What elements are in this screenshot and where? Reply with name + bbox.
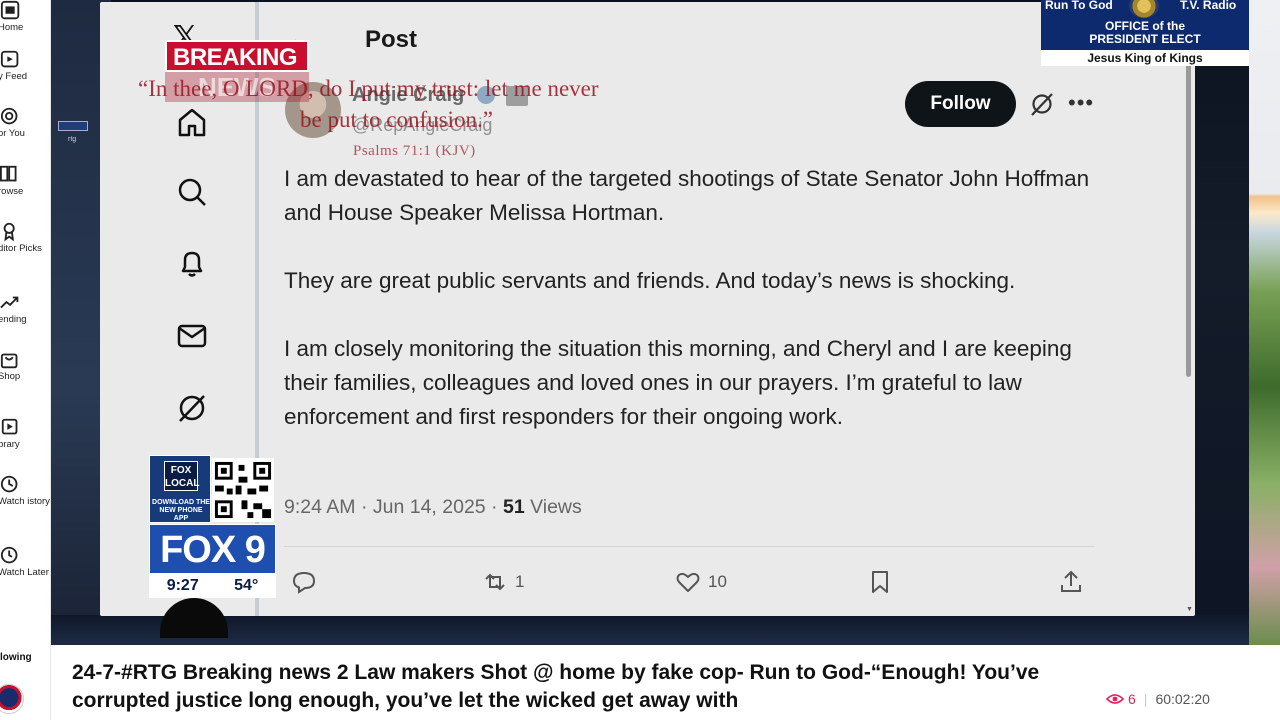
corner-left-text: Run To God xyxy=(1045,0,1113,12)
feed-icon xyxy=(0,50,19,68)
share-icon xyxy=(1061,570,1081,592)
nav-item-watch-history[interactable]: Watch istory xyxy=(0,474,51,508)
nav-label: Watch istory xyxy=(0,496,50,507)
stats-separator: | xyxy=(1143,691,1148,707)
nav-label: ending xyxy=(0,314,27,325)
follow-button[interactable]: Follow xyxy=(905,81,1016,127)
view-count: 6 xyxy=(1106,691,1136,707)
nav-label: or You xyxy=(0,128,25,139)
corner-tagline: Jesus King of Kings xyxy=(1041,50,1249,66)
tweet-timestamp[interactable]: 9:24 AM · Jun 14, 2025 · xyxy=(284,496,503,518)
fox-local-promo: FOX LOCAL DOWNLOAD THE NEW PHONE APP xyxy=(149,455,211,523)
shop-icon xyxy=(0,353,18,369)
video-info: 24-7-#RTG Breaking news 2 Law makers Sho… xyxy=(51,645,1280,720)
fox-local-logo: FOX LOCAL xyxy=(164,461,199,491)
nav-item-browse[interactable]: rowse xyxy=(0,164,51,198)
tweet-meta: 9:24 AM · Jun 14, 2025 · 51 Views xyxy=(284,496,582,519)
nav-label: y Feed xyxy=(0,71,28,82)
page-title: Post xyxy=(365,26,418,53)
library-icon xyxy=(1,418,18,435)
rtg-corner-bug: Run To God T.V. Radio OFFICE of the PRES… xyxy=(1041,0,1249,66)
reply-icon xyxy=(292,571,316,594)
video-title: 24-7-#RTG Breaking news 2 Law makers Sho… xyxy=(72,661,1040,712)
trending-icon xyxy=(0,296,19,309)
grok-icon[interactable] xyxy=(1029,91,1055,117)
breaking-label: BREAKING xyxy=(165,40,309,72)
nav-label: brary xyxy=(0,439,20,450)
nav-item-for-you[interactable]: or You xyxy=(0,106,51,140)
following-heading: lowing xyxy=(0,652,32,663)
nav-label: Shop xyxy=(0,371,21,382)
repost-button[interactable]: 1 xyxy=(481,567,524,597)
verse-reference: Psalms 71:1 (KJV) xyxy=(353,143,476,159)
screen: Home y Feed or You rowse ditor Picks end… xyxy=(0,0,1280,720)
scrollbar[interactable] xyxy=(1186,62,1191,377)
fox9-time-temp: 9:27 54° xyxy=(149,574,276,598)
fox9-bug: FOX LOCAL DOWNLOAD THE NEW PHONE APP FOX… xyxy=(149,455,276,598)
view-count-value: 6 xyxy=(1128,691,1136,707)
nav-label: Home xyxy=(0,22,24,33)
clock-icon xyxy=(0,546,18,564)
for-you-icon xyxy=(0,107,18,125)
fox9-time: 9:27 xyxy=(166,577,199,594)
download-app-text: DOWNLOAD THE NEW PHONE APP xyxy=(152,499,210,522)
heart-icon xyxy=(676,572,700,592)
channel-avatar[interactable] xyxy=(0,684,24,714)
scroll-down-arrow-icon[interactable]: ▼ xyxy=(1186,606,1193,613)
like-button[interactable]: 10 xyxy=(674,567,727,597)
like-count: 10 xyxy=(708,572,727,591)
nav-item-home[interactable]: Home xyxy=(0,0,51,34)
nav-item-library[interactable]: brary xyxy=(0,417,51,451)
home-icon xyxy=(0,0,20,20)
grok-icon[interactable] xyxy=(174,390,210,426)
tweet-paragraph: I am closely monitoring the situation th… xyxy=(284,336,1072,429)
fox9-temperature: 54° xyxy=(234,577,259,594)
more-options-icon[interactable]: ••• xyxy=(1068,90,1094,116)
video-stats: 6 | 60:02:20 xyxy=(1106,691,1210,707)
nav-item-editor-picks[interactable]: ditor Picks xyxy=(0,221,51,255)
office-line-2: PRESIDENT ELECT xyxy=(1089,32,1201,46)
video-background-floor xyxy=(51,615,1249,645)
history-icon xyxy=(0,475,18,493)
scripture-verse: “In thee, O LORD, do I put my trust: let… xyxy=(138,73,718,135)
video-player[interactable]: rtg ▼ 𝕏 ← Post Angie Craig @RepAngieCrai… xyxy=(51,0,1249,645)
nav-label: ditor Picks xyxy=(0,243,42,254)
bookmark-button[interactable] xyxy=(866,567,894,597)
views-count: 51 xyxy=(502,496,525,518)
rtg-thumbnail xyxy=(58,121,88,131)
fox9-logo: FOX 9 xyxy=(149,524,276,574)
nav-item-trending[interactable]: ending xyxy=(0,292,51,326)
office-text: OFFICE of the PRESIDENT ELECT xyxy=(1041,20,1249,46)
nav-item-shop[interactable]: Shop xyxy=(0,349,51,383)
verse-line-2: be put to confusion.” xyxy=(300,107,493,132)
nav-label: Watch Later xyxy=(0,567,49,578)
left-nav: Home y Feed or You rowse ditor Picks end… xyxy=(0,0,51,720)
qr-code-icon xyxy=(212,458,274,522)
repost-count: 1 xyxy=(515,572,525,591)
messages-mail-icon[interactable] xyxy=(174,318,210,354)
share-button[interactable] xyxy=(1057,567,1085,597)
tweet-paragraph: They are great public servants and frien… xyxy=(284,268,1016,293)
repost-icon xyxy=(485,573,505,591)
nav-item-feed[interactable]: y Feed xyxy=(0,49,51,83)
notifications-bell-icon[interactable] xyxy=(174,246,210,282)
nav-label: rowse xyxy=(0,186,24,197)
editor-picks-icon xyxy=(3,222,15,242)
reply-button[interactable] xyxy=(290,567,318,597)
tweet-text: I am devastated to hear of the targeted … xyxy=(284,162,1104,468)
eye-icon xyxy=(1106,694,1124,704)
tweet-paragraph: I am devastated to hear of the targeted … xyxy=(284,166,1090,225)
search-icon[interactable] xyxy=(174,174,210,210)
nav-item-watch-later[interactable]: Watch Later xyxy=(0,545,51,579)
verse-line-1: “In thee, O LORD, do I put my trust: let… xyxy=(138,76,599,101)
browse-icon xyxy=(0,165,17,182)
video-duration: 60:02:20 xyxy=(1155,691,1210,707)
views-label: Views xyxy=(524,496,582,518)
corner-right-text: T.V. Radio xyxy=(1180,0,1237,12)
divider xyxy=(284,546,1095,547)
bookmark-icon xyxy=(872,571,888,593)
side-image-strip xyxy=(1249,0,1280,645)
presidential-seal-icon xyxy=(1129,0,1159,18)
rtg-label: rtg xyxy=(68,136,77,143)
